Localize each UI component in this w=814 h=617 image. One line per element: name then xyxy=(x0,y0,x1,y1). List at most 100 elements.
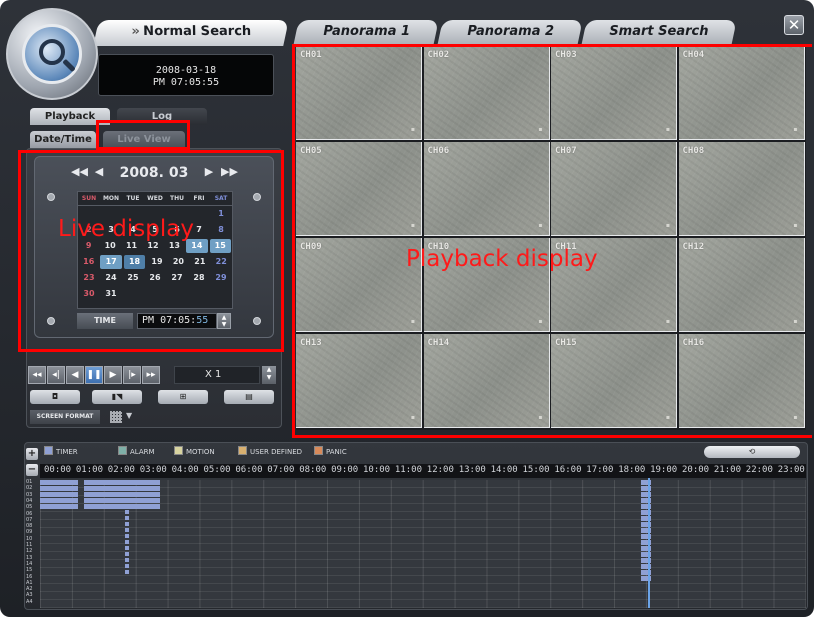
recording-segment[interactable] xyxy=(40,486,78,491)
legend-label: ALARM xyxy=(130,448,155,456)
track-label: 02 xyxy=(26,485,33,492)
legend-swatch xyxy=(238,446,247,455)
hour-label: 19:00 xyxy=(650,465,678,475)
hour-label: 13:00 xyxy=(458,465,486,475)
recording-segment[interactable] xyxy=(125,564,129,568)
legend-swatch xyxy=(44,446,53,455)
track-label: 13 xyxy=(26,554,33,561)
tab-panorama-2[interactable]: Panorama 2 xyxy=(437,20,583,46)
recording-segment[interactable] xyxy=(125,558,129,562)
zoom-button[interactable]: ⊞ xyxy=(158,390,208,404)
hour-label: 04:00 xyxy=(171,465,199,475)
legend-item: TIMER xyxy=(44,446,78,458)
timeline-cursor[interactable] xyxy=(648,478,650,608)
hour-label: 20:00 xyxy=(682,465,710,475)
legend-item: ALARM xyxy=(118,446,155,458)
recording-segment[interactable] xyxy=(125,570,129,574)
recording-segment[interactable] xyxy=(84,492,160,497)
recording-segment[interactable] xyxy=(125,546,129,550)
legend-swatch xyxy=(174,446,183,455)
track-label: A2 xyxy=(26,586,33,593)
live-display-annotation: Live display xyxy=(58,216,194,242)
recording-segment[interactable] xyxy=(125,510,129,514)
hour-label: 11:00 xyxy=(394,465,422,475)
step-forward-button[interactable]: |▸ xyxy=(123,366,141,384)
timeline-tracks[interactable] xyxy=(40,480,806,608)
hour-label: 16:00 xyxy=(554,465,582,475)
reverse-play-button[interactable]: ◀ xyxy=(66,366,84,384)
print-button[interactable]: ▤ xyxy=(224,390,274,404)
recording-segment[interactable] xyxy=(40,480,78,485)
playback-display-highlight-box xyxy=(292,44,812,438)
track-label: A1 xyxy=(26,579,33,586)
recording-segment[interactable] xyxy=(125,516,129,520)
zoom-out-button[interactable]: − xyxy=(26,464,38,476)
tab-panorama-1-label: Panorama 1 xyxy=(322,24,410,39)
recording-segment[interactable] xyxy=(125,552,129,556)
live-view-highlight-box xyxy=(96,120,190,150)
hour-label: 10:00 xyxy=(363,465,391,475)
hour-label: 00:00 xyxy=(44,465,72,475)
hour-label: 18:00 xyxy=(618,465,646,475)
search-logo-icon xyxy=(6,8,98,100)
close-button[interactable]: ✕ xyxy=(784,15,804,35)
chevron-down-icon[interactable]: ▼ xyxy=(126,411,138,423)
clock-time: PM 07:05:55 xyxy=(152,77,220,88)
track-label: A4 xyxy=(26,598,33,605)
recording-segment[interactable] xyxy=(84,504,160,509)
tab-normal-search[interactable]: »Normal Search xyxy=(93,20,289,46)
track-label: 09 xyxy=(26,529,33,536)
hour-label: 05:00 xyxy=(203,465,231,475)
magnifier-handle xyxy=(62,58,76,73)
track-label: 10 xyxy=(26,535,33,542)
hour-label: 03:00 xyxy=(139,465,167,475)
export-button[interactable]: ▮◥ xyxy=(92,390,142,404)
subtab-date-time[interactable]: Date/Time xyxy=(30,131,96,148)
recording-segment[interactable] xyxy=(84,498,160,503)
recording-segment[interactable] xyxy=(40,492,78,497)
fast-forward-button[interactable]: ▸▸ xyxy=(142,366,160,384)
pause-button[interactable]: ❚❚ xyxy=(85,366,103,384)
tab-panorama-1[interactable]: Panorama 1 xyxy=(293,20,439,46)
tab-normal-search-label: Normal Search xyxy=(142,24,254,39)
track-label: 14 xyxy=(26,560,33,567)
track-label: A3 xyxy=(26,592,33,599)
refresh-button[interactable]: ⟲ xyxy=(704,446,800,458)
play-button[interactable]: ▶ xyxy=(104,366,122,384)
recording-segment[interactable] xyxy=(125,522,129,526)
speed-spinner[interactable]: ▲ ▼ xyxy=(262,366,276,384)
hour-label: 08:00 xyxy=(299,465,327,475)
hour-label: 07:00 xyxy=(267,465,295,475)
recording-segment[interactable] xyxy=(84,480,160,485)
zoom-in-button[interactable]: + xyxy=(26,448,38,460)
capture-button[interactable]: ◘ xyxy=(30,390,80,404)
legend-swatch xyxy=(314,446,323,455)
legend-item: MOTION xyxy=(174,446,215,458)
hour-label: 01:00 xyxy=(75,465,103,475)
clock-display: 2008-03-18 PM 07:05:55 xyxy=(98,54,274,96)
grid-layout-icon[interactable] xyxy=(110,411,122,423)
hour-label: 12:00 xyxy=(426,465,454,475)
hour-label: 21:00 xyxy=(713,465,741,475)
screen-format-label: SCREEN FORMAT xyxy=(30,410,100,424)
track-label: 06 xyxy=(26,510,33,517)
hour-label: 22:00 xyxy=(745,465,773,475)
recording-segment[interactable] xyxy=(40,498,78,503)
tab-panorama-2-label: Panorama 2 xyxy=(466,24,554,39)
recording-segment[interactable] xyxy=(125,540,129,544)
hour-label: 15:00 xyxy=(522,465,550,475)
track-label: 15 xyxy=(26,567,33,574)
live-display-highlight-box xyxy=(18,150,284,352)
logo-lens xyxy=(22,24,82,84)
fast-rewind-button[interactable]: ◂◂ xyxy=(28,366,46,384)
hour-label: 23:00 xyxy=(777,465,805,475)
recording-segment[interactable] xyxy=(84,486,160,491)
tab-smart-search[interactable]: Smart Search xyxy=(581,20,737,46)
step-back-button[interactable]: ◂| xyxy=(47,366,65,384)
track-label: 12 xyxy=(26,548,33,555)
recording-segment[interactable] xyxy=(125,528,129,532)
recording-segment[interactable] xyxy=(125,534,129,538)
hour-label: 06:00 xyxy=(235,465,263,475)
clock-date: 2008-03-18 xyxy=(155,65,217,76)
recording-segment[interactable] xyxy=(40,504,78,509)
